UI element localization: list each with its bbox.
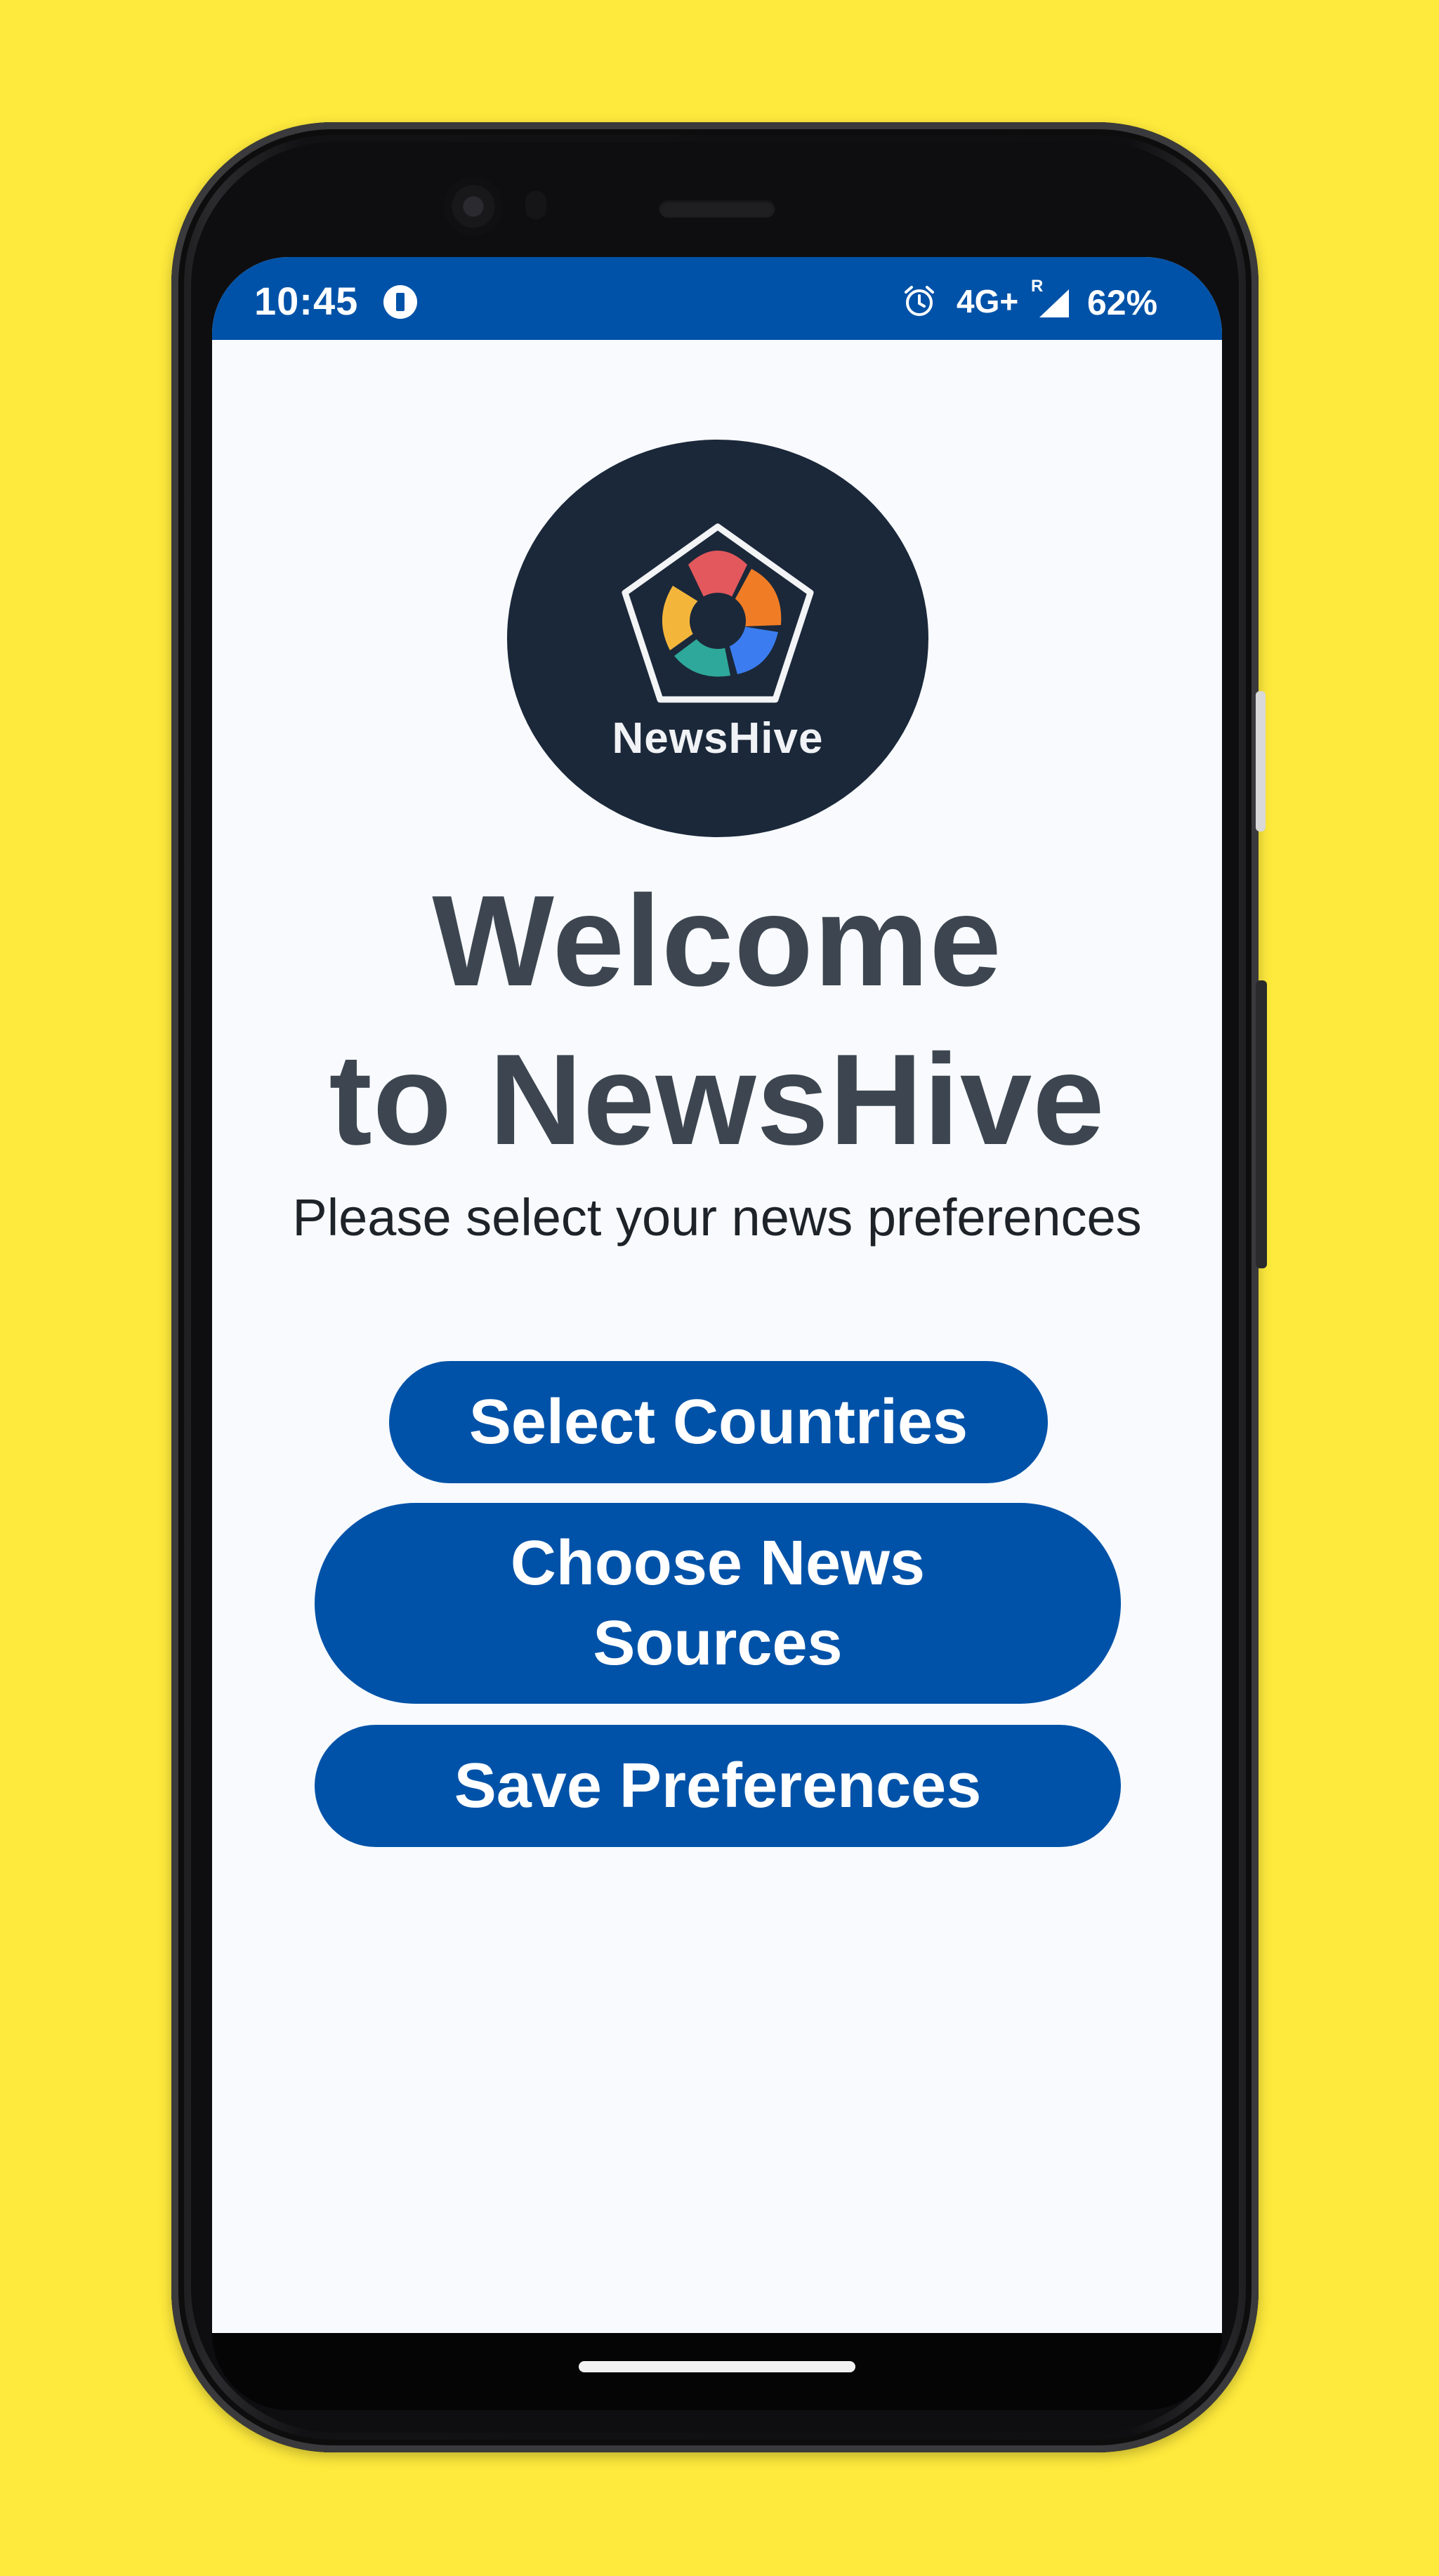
- home-gesture-handle[interactable]: [579, 2361, 855, 2372]
- power-button: [1256, 691, 1266, 832]
- volume-button: [1256, 980, 1267, 1268]
- earpiece-speaker: [659, 199, 775, 218]
- network-type: 4G+: [957, 283, 1019, 320]
- navigation-bar: [212, 2333, 1222, 2410]
- front-camera: [444, 177, 503, 236]
- logo-text: NewsHive: [612, 714, 824, 763]
- screen: 10:45 4G+ R 62% NewsHive Welcome to News…: [212, 257, 1222, 2333]
- select-countries-button[interactable]: Select Countries: [389, 1361, 1048, 1483]
- notification-icon: [383, 285, 417, 319]
- app-logo: NewsHive: [507, 440, 928, 837]
- subtitle: Please select your news preferences: [292, 1188, 1142, 1247]
- status-time: 10:45: [254, 279, 359, 323]
- welcome-heading: Welcome to NewsHive: [212, 861, 1222, 1178]
- save-preferences-button[interactable]: Save Preferences: [315, 1725, 1121, 1847]
- status-bar: 10:45 4G+ R 62%: [212, 257, 1222, 340]
- proximity-sensor: [525, 191, 546, 219]
- welcome-line-2: to NewsHive: [329, 1027, 1105, 1171]
- welcome-line-1: Welcome: [432, 868, 1002, 1013]
- newshive-logo-icon: [622, 523, 814, 703]
- signal-icon: [1039, 289, 1069, 317]
- battery-level: 62%: [1087, 283, 1158, 322]
- choose-news-sources-button[interactable]: Choose News Sources: [315, 1503, 1121, 1704]
- alarm-icon: [905, 286, 934, 316]
